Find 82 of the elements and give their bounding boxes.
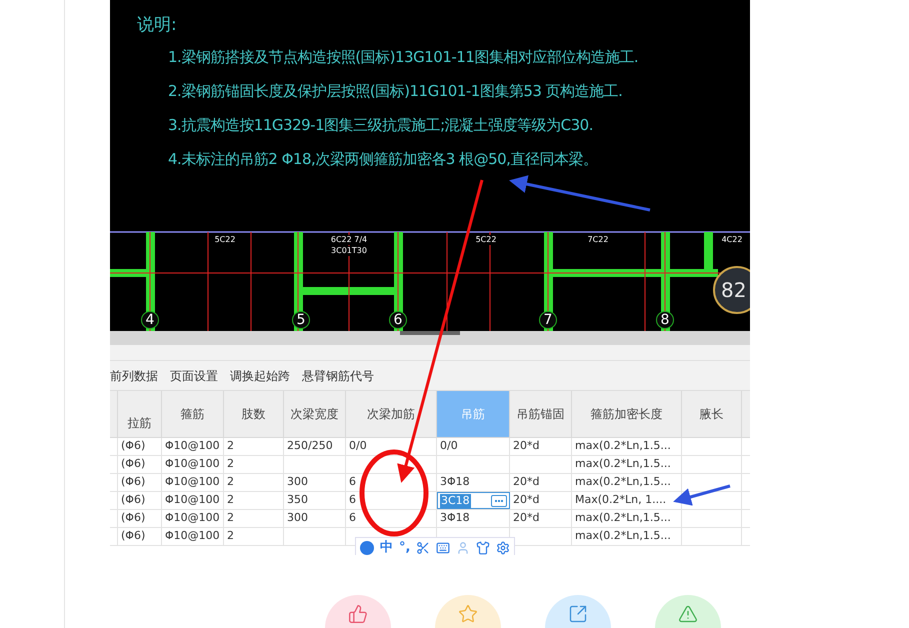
table-cell-text: Φ10@100 xyxy=(165,456,220,472)
notes-title: 说明: xyxy=(137,14,178,37)
column-header[interactable]: 次梁宽度 xyxy=(284,391,346,437)
note-line: 1.梁钢筋搭接及节点构造按照(国标)13G101-11图集相对应部位构造施工. xyxy=(168,47,640,68)
input-mode-toggle[interactable]: 中 xyxy=(380,538,393,555)
table-cell-text: 2 xyxy=(227,510,234,526)
ime-logo-icon[interactable] xyxy=(360,541,374,555)
table-cell-text: 20*d xyxy=(513,492,540,508)
beam-label: 4C22 xyxy=(720,235,744,245)
table-cell-text: 2 xyxy=(227,474,234,490)
table-cell-text: 0/0 xyxy=(440,438,458,454)
progress-gauge: 82 xyxy=(713,266,750,314)
table-cell-text: 2 xyxy=(227,456,234,472)
scissors-icon[interactable] xyxy=(416,541,430,555)
table-cell-text: (Φ6) xyxy=(121,474,146,490)
table-cell-text: 2 xyxy=(227,438,234,454)
table-cell-text: Φ10@100 xyxy=(165,528,220,544)
keyboard-icon[interactable] xyxy=(436,541,450,555)
annotation-arrow xyxy=(673,484,730,506)
settings-icon[interactable] xyxy=(496,541,510,555)
column-header[interactable]: 箍筋 xyxy=(162,391,224,437)
toolbar-button[interactable]: 调换起始跨 xyxy=(230,366,290,384)
beam-label: 3C01T30 xyxy=(330,246,368,256)
table-cell-text: 300 xyxy=(287,510,308,526)
column-header[interactable]: 肢数 xyxy=(224,391,284,437)
axis-marker: 5 xyxy=(292,311,310,329)
table-cell-text: (Φ6) xyxy=(121,492,146,508)
table-cell-text: Φ10@100 xyxy=(165,438,220,454)
axis-marker: 6 xyxy=(389,311,407,329)
axis-marker: 7 xyxy=(539,311,557,329)
more-icon[interactable] xyxy=(491,494,507,506)
user-icon[interactable] xyxy=(456,541,470,555)
table-cell-text: Φ10@100 xyxy=(165,474,220,490)
shirt-icon[interactable] xyxy=(476,541,490,555)
toolbar-button[interactable]: 悬臂钢筋代号 xyxy=(302,366,374,384)
warning-icon xyxy=(678,604,698,624)
table-cell-text: (Φ6) xyxy=(121,528,146,544)
table-cell-text: Φ10@100 xyxy=(165,510,220,526)
table-cell-text: max(0.2*Ln,1.5... xyxy=(575,528,671,544)
table-cell-text: 20*d xyxy=(513,438,540,454)
table-cell-text: 300 xyxy=(287,474,308,490)
toolbar-button[interactable]: 页面设置 xyxy=(170,366,218,384)
star-icon xyxy=(458,604,478,624)
table-cell-text: max(0.2*Ln,1.5... xyxy=(575,438,671,454)
table-cell-text: 250/250 xyxy=(287,438,333,454)
beam-label: 7C22 xyxy=(586,235,610,245)
table-cell-text: 20*d xyxy=(513,474,540,490)
column-header[interactable]: 吊筋锚固 xyxy=(510,391,572,437)
table-cell-text: max(0.2*Ln,1.5... xyxy=(575,456,671,472)
table-cell-text: (Φ6) xyxy=(121,456,146,472)
beam-label: 5C22 xyxy=(214,235,236,245)
resize-handle[interactable] xyxy=(400,331,460,335)
toolbar-button[interactable]: 前列数据 xyxy=(110,366,158,384)
column-header[interactable]: 箍筋加密长度 xyxy=(572,391,682,437)
note-line: 2.梁钢筋锚固长度及保护层按照(国标)11G101-1图集第53 页构造施工. xyxy=(168,81,624,102)
table-cell-text: 6 xyxy=(349,474,356,490)
note-line: 4.未标注的吊筋2 Φ18,次梁两侧箍筋加密各3 根@50,直径同本梁。 xyxy=(168,149,598,170)
table-cell-text: 6 xyxy=(349,510,356,526)
note-line: 3.抗震构造按11G329-1图集三级抗震施工;混凝土强度等级为C30. xyxy=(168,115,594,136)
beam-label: 5C22 xyxy=(474,235,498,245)
table-cell-text: (Φ6) xyxy=(121,510,146,526)
thumbs-up-icon xyxy=(348,604,368,624)
share-icon xyxy=(568,604,588,624)
axis-marker: 4 xyxy=(141,311,159,329)
table-cell-text: Φ10@100 xyxy=(165,492,220,508)
table-cell-text: max(0.2*Ln,1.5... xyxy=(575,474,671,490)
axis-marker: 8 xyxy=(656,311,674,329)
table-cell-text: 20*d xyxy=(513,510,540,526)
table-cell-text: max(0.2*Ln,1.5... xyxy=(575,510,671,526)
beam-label: 6C22 7/4 xyxy=(330,235,368,245)
table-cell-text: 2 xyxy=(227,528,234,544)
table-cell-text: 350 xyxy=(287,492,308,508)
punctuation-icon[interactable]: °, xyxy=(399,538,410,555)
table-cell-text: 6 xyxy=(349,492,356,508)
table-cell-text: 0/0 xyxy=(349,438,367,454)
column-header[interactable]: 拉筋 xyxy=(118,391,162,437)
table-cell-text: 3Φ18 xyxy=(440,474,470,490)
table-cell-text: 3Φ18 xyxy=(440,510,470,526)
table-cell-text: (Φ6) xyxy=(121,438,146,454)
table-cell-text: Max(0.2*Ln, 1.... xyxy=(575,492,666,508)
table-cell-text: 2 xyxy=(227,492,234,508)
column-header[interactable]: 腋长 xyxy=(682,391,742,437)
